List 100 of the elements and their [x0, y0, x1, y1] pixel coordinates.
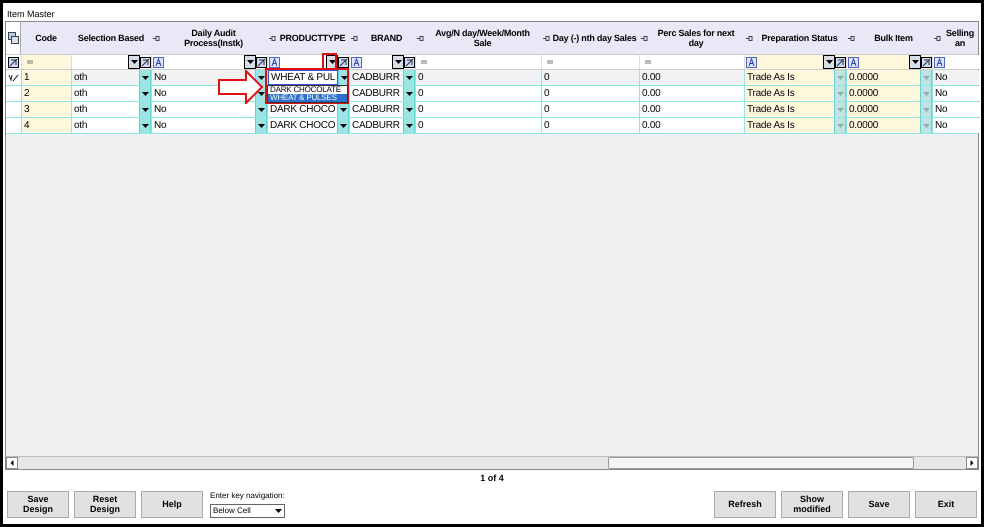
- pin-icon[interactable]: [848, 36, 855, 40]
- filter-cell[interactable]: [932, 55, 979, 69]
- pin-icon[interactable]: [934, 36, 941, 40]
- caret-icon: [836, 76, 844, 80]
- table-cell-text: No: [153, 103, 168, 117]
- column-header[interactable]: Selection Based: [73, 33, 149, 43]
- table-cell-text: 2: [23, 87, 30, 101]
- column-header[interactable]: Avg/N day/Week/Month Sale: [426, 28, 539, 48]
- scroll-right-icon[interactable]: [966, 457, 978, 469]
- caret-icon: [258, 92, 264, 96]
- window-title: Item Master: [6, 8, 56, 21]
- table-cell-text: CADBURR: [351, 119, 401, 133]
- column-header[interactable]: Daily Audit Process(Instk): [162, 28, 265, 48]
- dropdown-button[interactable]: [128, 55, 140, 69]
- pin-icon[interactable]: [351, 36, 358, 40]
- clear-filter-icon[interactable]: [338, 56, 349, 68]
- table-cell-text: 0: [543, 87, 550, 101]
- navigation-select[interactable]: Below Cell: [210, 504, 285, 518]
- column-header[interactable]: Code: [23, 33, 69, 43]
- table-cell-text: oth: [73, 103, 88, 117]
- scroll-left-icon[interactable]: [6, 457, 18, 469]
- text-operator-icon[interactable]: [746, 56, 757, 68]
- caret-icon: [340, 124, 347, 128]
- table-cell-text: 0.00: [641, 87, 662, 101]
- clear-filter-icon[interactable]: [140, 56, 151, 68]
- table-cell-text: 0: [417, 119, 424, 133]
- pin-icon[interactable]: [417, 36, 424, 40]
- equals-operator-icon[interactable]: [644, 59, 652, 65]
- table-cell-text: No: [934, 87, 948, 101]
- row-header[interactable]: [6, 70, 21, 85]
- dropdown-button[interactable]: [823, 55, 835, 69]
- caret-icon: [836, 92, 844, 96]
- toolbar-button[interactable]: Exit: [915, 490, 977, 518]
- toolbar-button[interactable]: Save Design: [7, 490, 69, 518]
- table-cell-text: DARK CHOCO: [269, 119, 336, 133]
- table-cell-text: 0.00: [641, 103, 662, 117]
- caret-icon: [406, 76, 412, 80]
- dropdown-button[interactable]: [244, 55, 256, 69]
- column-header[interactable]: BRAND: [360, 33, 413, 43]
- column-header[interactable]: Day (-) nth day Sales: [552, 33, 637, 43]
- cell-editor-field[interactable]: WHEAT & PUL: [268, 70, 338, 85]
- table-cell-text: 4: [23, 119, 30, 133]
- column-chooser-icon[interactable]: [8, 32, 18, 44]
- text-operator-icon[interactable]: [269, 56, 280, 68]
- equals-operator-icon[interactable]: [420, 59, 428, 65]
- caret-icon: [922, 76, 930, 80]
- pin-icon[interactable]: [641, 36, 648, 40]
- caret-icon: [912, 60, 918, 64]
- dropdown-button[interactable]: [392, 55, 404, 69]
- filter-cell[interactable]: [151, 55, 267, 69]
- pin-icon[interactable]: [153, 36, 160, 40]
- caret-icon: [394, 60, 402, 64]
- caret-icon: [258, 124, 264, 128]
- toolbar-button[interactable]: Save: [848, 490, 910, 518]
- clear-filter-icon[interactable]: [404, 56, 415, 68]
- table-cell-text: 0.0000: [848, 103, 880, 117]
- filter-cell[interactable]: [21, 55, 71, 69]
- column-header[interactable]: Bulk Item: [857, 33, 930, 43]
- table-cell-text: CADBURR: [351, 103, 401, 117]
- column-header[interactable]: PRODUCTTYPE: [278, 33, 347, 43]
- table-cell-text: No: [934, 71, 948, 85]
- caret-icon: [142, 108, 148, 112]
- pin-icon[interactable]: [543, 36, 550, 40]
- caret-icon: [406, 92, 412, 96]
- filter-cell[interactable]: [846, 55, 932, 69]
- clear-filter-icon[interactable]: [921, 56, 932, 68]
- dropdown-button[interactable]: [909, 55, 921, 69]
- toolbar-button[interactable]: Show modified: [781, 490, 843, 518]
- caret-icon: [340, 76, 348, 80]
- table-cell-text: No: [153, 87, 168, 101]
- table-cell-text: 0: [543, 103, 550, 117]
- text-operator-icon[interactable]: [351, 56, 362, 68]
- caret-icon: [258, 76, 264, 80]
- column-header[interactable]: Preparation Status: [755, 33, 844, 43]
- table-cell-text: 0: [543, 71, 550, 85]
- text-operator-icon[interactable]: [934, 56, 945, 68]
- toolbar-button[interactable]: Reset Design: [74, 490, 136, 518]
- column-header[interactable]: Perc Sales for next day: [650, 28, 742, 48]
- clear-filter-icon[interactable]: [8, 56, 19, 68]
- equals-operator-icon[interactable]: [26, 59, 34, 65]
- clear-filter-icon[interactable]: [835, 56, 846, 68]
- clear-filter-icon[interactable]: [256, 56, 267, 68]
- filter-cell[interactable]: [71, 55, 151, 69]
- pin-icon[interactable]: [269, 36, 276, 40]
- caret-icon: [836, 108, 844, 112]
- pin-icon[interactable]: [746, 36, 753, 40]
- toolbar-button[interactable]: Help: [141, 490, 203, 518]
- text-operator-icon[interactable]: [153, 56, 164, 68]
- caret-icon: [922, 124, 930, 128]
- scroll-thumb[interactable]: [608, 457, 914, 469]
- caret-icon: [406, 124, 412, 128]
- text-operator-icon[interactable]: [848, 56, 859, 68]
- dropdown-option[interactable]: WHEAT & PULSES: [268, 94, 347, 102]
- filter-cell[interactable]: [744, 55, 846, 69]
- horizontal-scrollbar[interactable]: [6, 456, 978, 469]
- filter-cell[interactable]: [349, 55, 415, 69]
- column-header[interactable]: Selling an: [943, 28, 977, 48]
- toolbar-button[interactable]: Refresh: [714, 490, 776, 518]
- caret-icon: [142, 76, 148, 80]
- equals-operator-icon[interactable]: [546, 59, 554, 65]
